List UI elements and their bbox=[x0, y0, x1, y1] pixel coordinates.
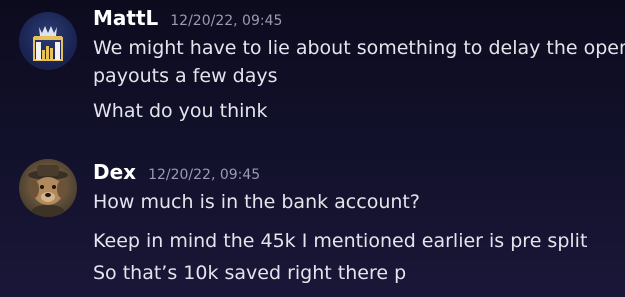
username[interactable]: MattL bbox=[93, 6, 158, 30]
message-text: What do you think bbox=[93, 100, 268, 122]
avatar[interactable] bbox=[19, 12, 77, 70]
message-text: We might have to lie about something to … bbox=[93, 37, 625, 59]
dog-photo-icon bbox=[28, 165, 68, 217]
message-text: payouts a few days bbox=[93, 65, 278, 87]
message-text: So that’s 10k saved right there p bbox=[93, 262, 407, 284]
timestamp: 12/20/22, 09:45 bbox=[170, 13, 283, 29]
message-header: MattL 12/20/22, 09:45 bbox=[93, 6, 282, 30]
avatar[interactable] bbox=[19, 159, 77, 217]
timestamp: 12/20/22, 09:45 bbox=[148, 167, 261, 183]
castle-crown-icon bbox=[33, 26, 63, 61]
message-header: Dex 12/20/22, 09:45 bbox=[93, 160, 260, 184]
message-text: Keep in mind the 45k I mentioned earlier… bbox=[93, 230, 588, 252]
message-text: How much is in the bank account? bbox=[93, 191, 420, 213]
username[interactable]: Dex bbox=[93, 160, 136, 184]
